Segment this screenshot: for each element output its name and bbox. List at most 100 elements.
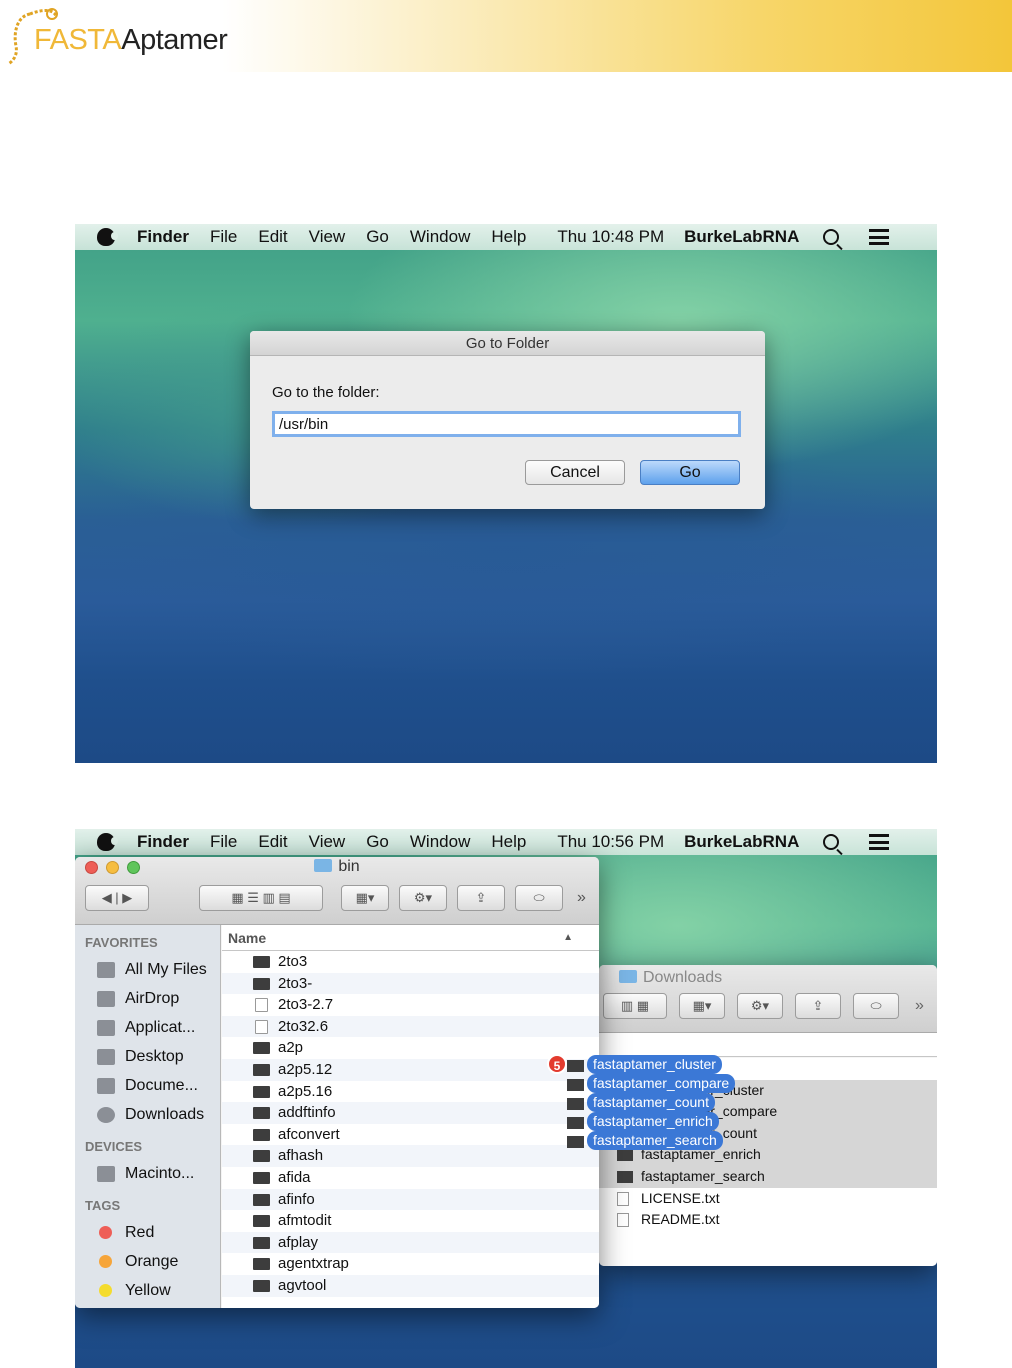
list-item[interactable]: fastaptamer_search	[599, 1165, 937, 1188]
menu-clock[interactable]: Thu 10:48 PM	[557, 227, 664, 247]
view-mode-buttons[interactable]: ▦ ☰ ▥ ▤	[199, 885, 323, 911]
list-item[interactable]: afplay	[222, 1231, 599, 1254]
list-item[interactable]: afhash	[222, 1145, 599, 1167]
executable-icon	[253, 1150, 270, 1163]
executable-icon	[253, 977, 270, 990]
spotlight-search-icon[interactable]	[823, 229, 840, 245]
executable-icon	[253, 1215, 270, 1228]
dialog-title: Go to Folder	[250, 331, 765, 356]
list-item[interactable]: a2p5.16	[222, 1081, 599, 1103]
sidebar-item-desktop[interactable]: Desktop	[75, 1042, 220, 1071]
menu-edit[interactable]: Edit	[258, 832, 287, 852]
apple-icon[interactable]	[97, 833, 118, 851]
drag-item: fastaptamer_search	[587, 1131, 723, 1150]
all-files-icon	[97, 962, 115, 978]
executable-icon	[253, 1063, 270, 1076]
list-item[interactable]: afinfo	[222, 1188, 599, 1211]
sidebar-section-tags: TAGS	[85, 1198, 121, 1213]
logo-wordmark: FASTAAptamer	[34, 24, 228, 56]
window-title: bin	[75, 858, 599, 876]
menu-window[interactable]: Window	[410, 227, 470, 247]
sidebar-tag-orange[interactable]: Orange	[75, 1247, 220, 1276]
menu-app-finder[interactable]: Finder	[137, 832, 189, 852]
sidebar-item-macintosh-hd[interactable]: Macinto...	[75, 1159, 220, 1188]
tags-button[interactable]: ⬭	[515, 885, 563, 911]
menu-window[interactable]: Window	[410, 832, 470, 852]
spotlight-search-icon[interactable]	[823, 834, 840, 850]
list-item[interactable]: afida	[222, 1167, 599, 1189]
list-item[interactable]: 2to3	[222, 951, 599, 973]
applications-icon	[97, 1020, 115, 1036]
notification-center-icon[interactable]	[865, 834, 890, 850]
list-item[interactable]: README.txt	[599, 1209, 937, 1231]
sidebar-item-documents[interactable]: Docume...	[75, 1071, 220, 1100]
sidebar-section-favorites: FAVORITES	[85, 935, 158, 950]
list-item[interactable]: LICENSE.txt	[599, 1188, 937, 1210]
share-button[interactable]: ⇪	[795, 993, 841, 1019]
sidebar-item-airdrop[interactable]: AirDrop	[75, 984, 220, 1013]
folder-path-input[interactable]: /usr/bin	[272, 411, 741, 437]
list-item[interactable]: 2to3-2.7	[222, 994, 599, 1016]
downloads-column-header[interactable]	[599, 1033, 937, 1057]
menu-view[interactable]: View	[309, 227, 346, 247]
toolbar-overflow-icon[interactable]: »	[915, 997, 924, 1015]
list-item[interactable]: agvtool	[222, 1274, 599, 1297]
arrange-button[interactable]: ▦▾	[341, 885, 389, 911]
menu-edit[interactable]: Edit	[258, 227, 287, 247]
back-forward-buttons[interactable]: ◀ | ▶	[85, 885, 149, 911]
cancel-button[interactable]: Cancel	[525, 460, 625, 485]
list-item[interactable]: a2p5.12	[222, 1058, 599, 1081]
airdrop-icon	[97, 991, 115, 1007]
share-button[interactable]: ⇪	[457, 885, 505, 911]
menu-file[interactable]: File	[210, 832, 237, 852]
documents-icon	[97, 1078, 115, 1094]
list-item[interactable]: addftinfo	[222, 1102, 599, 1124]
action-gear-button[interactable]: ⚙▾	[399, 885, 447, 911]
sidebar-tag-yellow[interactable]: Yellow	[75, 1276, 220, 1305]
executable-icon	[567, 1117, 584, 1129]
menu-user[interactable]: BurkeLabRNA	[684, 832, 799, 852]
downloads-titlebar: Downloads ▥ ▦ ▦▾ ⚙▾ ⇪ ⬭ »	[599, 965, 937, 1033]
action-gear-button[interactable]: ⚙▾	[737, 993, 783, 1019]
view-mode-buttons[interactable]: ▥ ▦	[603, 993, 667, 1019]
menu-view[interactable]: View	[309, 832, 346, 852]
executable-icon	[567, 1060, 584, 1072]
screenshot-go-to-folder: Finder File Edit View Go Window Help Thu…	[75, 224, 937, 763]
menu-clock[interactable]: Thu 10:56 PM	[557, 832, 664, 852]
go-button[interactable]: Go	[640, 460, 740, 485]
menu-go[interactable]: Go	[366, 227, 389, 247]
executable-icon	[253, 1279, 270, 1292]
downloads-icon	[97, 1107, 115, 1123]
sidebar-tag-red[interactable]: Red	[75, 1218, 220, 1247]
executable-icon	[617, 1170, 633, 1183]
list-item[interactable]: 2to3-	[222, 972, 599, 995]
arrange-button[interactable]: ▦▾	[679, 993, 725, 1019]
toolbar-overflow-icon[interactable]: »	[577, 889, 586, 907]
list-item[interactable]: agentxtrap	[222, 1253, 599, 1275]
executable-icon	[567, 1079, 584, 1091]
executable-icon	[253, 1042, 270, 1055]
tags-button[interactable]: ⬭	[853, 993, 899, 1019]
file-list: Name ▲ 2to3 2to3- 2to3-2.7 2to32.6 a2p a2…	[222, 925, 599, 1308]
menu-file[interactable]: File	[210, 227, 237, 247]
drag-item: fastaptamer_enrich	[587, 1112, 719, 1131]
apple-icon[interactable]	[97, 228, 118, 246]
column-header-name[interactable]: Name ▲	[222, 925, 599, 951]
executable-icon	[253, 1128, 270, 1141]
list-item[interactable]: a2p	[222, 1037, 599, 1059]
menu-help[interactable]: Help	[491, 832, 526, 852]
menu-go[interactable]: Go	[366, 832, 389, 852]
menu-app-finder[interactable]: Finder	[137, 227, 189, 247]
alias-icon	[255, 998, 268, 1013]
list-item[interactable]: afmtodit	[222, 1210, 599, 1232]
alias-icon	[255, 1019, 268, 1034]
list-item[interactable]: afconvert	[222, 1124, 599, 1146]
menu-help[interactable]: Help	[491, 227, 526, 247]
menu-user[interactable]: BurkeLabRNA	[684, 227, 799, 247]
list-item[interactable]: 2to32.6	[222, 1015, 599, 1038]
notification-center-icon[interactable]	[865, 229, 890, 245]
sidebar-item-downloads[interactable]: Downloads	[75, 1100, 220, 1129]
sidebar-item-all-my-files[interactable]: All My Files	[75, 955, 220, 984]
sidebar-item-applications[interactable]: Applicat...	[75, 1013, 220, 1042]
file-rows: 2to3 2to3- 2to3-2.7 2to32.6 a2p a2p5.12 …	[222, 951, 599, 1297]
